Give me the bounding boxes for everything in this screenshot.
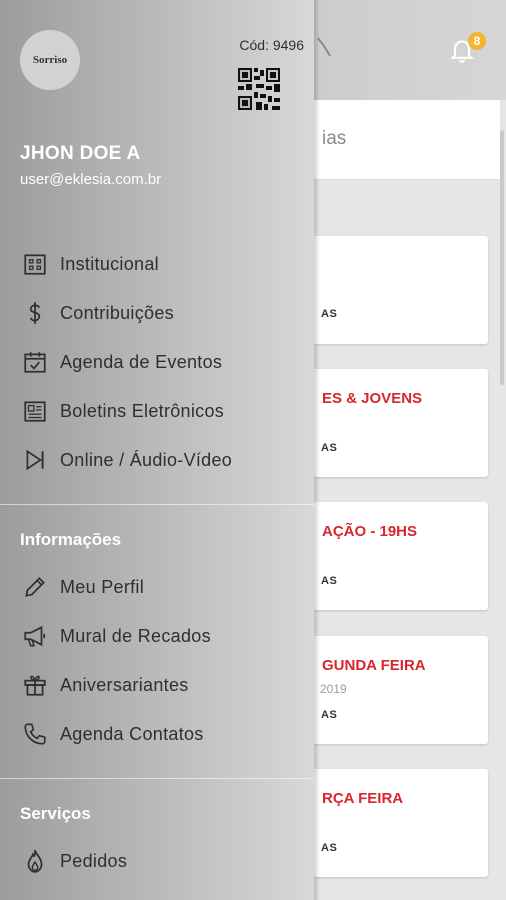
menu-item-agenda-eventos[interactable]: Agenda de Eventos bbox=[0, 340, 314, 384]
menu-label: Boletins Eletrônicos bbox=[60, 400, 225, 421]
menu-label: Meu Perfil bbox=[60, 576, 145, 597]
qr-code-icon[interactable] bbox=[238, 68, 280, 110]
flame-icon bbox=[27, 849, 43, 873]
newspaper-icon bbox=[24, 401, 46, 422]
card-tag: AS bbox=[321, 709, 338, 721]
user-name: JHON DOE A bbox=[20, 143, 141, 164]
menu-item-mural-recados[interactable]: Mural de Recados bbox=[0, 614, 314, 658]
card-tag: AS bbox=[321, 442, 338, 454]
navigation-drawer: Sorriso Cód: 9496 JHON DOE A user@eklesi… bbox=[0, 0, 314, 900]
menu-label: Online / Áudio-Vídeo bbox=[60, 449, 233, 470]
menu-item-contribuicoes[interactable]: Contribuições bbox=[0, 291, 314, 335]
card-title: RÇA FEIRA bbox=[322, 790, 404, 807]
card-title: ES & JOVENS bbox=[322, 390, 423, 407]
notification-badge: 8 bbox=[468, 32, 486, 50]
scrollbar[interactable] bbox=[500, 130, 504, 385]
card-date: 2019 bbox=[320, 682, 347, 696]
card-tag: AS bbox=[321, 308, 338, 320]
section-title-informacoes: Informações bbox=[20, 530, 122, 549]
megaphone-icon bbox=[24, 625, 46, 647]
phone-icon bbox=[24, 723, 46, 745]
pencil-icon bbox=[25, 577, 45, 597]
menu-item-online-audio-video[interactable]: Online / Áudio-Vídeo bbox=[0, 438, 314, 482]
building-icon bbox=[24, 254, 46, 275]
menu-item-boletins[interactable]: Boletins Eletrônicos bbox=[0, 389, 314, 433]
play-skip-icon bbox=[26, 449, 44, 471]
drawer-shadow bbox=[314, 0, 320, 900]
section-title-servicos: Serviços bbox=[20, 804, 91, 823]
event-card[interactable] bbox=[300, 769, 488, 877]
subbar-text: ias bbox=[322, 128, 347, 149]
logo-text: Sorriso bbox=[32, 54, 68, 66]
menu-item-meu-perfil[interactable]: Meu Perfil bbox=[0, 565, 314, 609]
card-tag: AS bbox=[321, 575, 338, 587]
menu-label: Contribuições bbox=[60, 302, 174, 323]
card-title: GUNDA FEIRA bbox=[322, 657, 426, 674]
event-card[interactable] bbox=[300, 236, 488, 344]
divider bbox=[0, 504, 314, 505]
calendar-check-icon bbox=[24, 352, 46, 373]
menu-label: Agenda de Eventos bbox=[60, 351, 223, 372]
menu-item-agenda-contatos[interactable]: Agenda Contatos bbox=[0, 712, 314, 756]
dollar-icon bbox=[29, 302, 41, 324]
user-email: user@eklesia.com.br bbox=[20, 171, 162, 188]
menu-item-aniversariantes[interactable]: Aniversariantes bbox=[0, 663, 314, 707]
menu-item-pedidos[interactable]: Pedidos bbox=[0, 839, 314, 883]
card-title: AÇÃO - 19HS bbox=[322, 523, 418, 540]
menu-label: Agenda Contatos bbox=[60, 723, 204, 744]
menu-label: Mural de Recados bbox=[60, 625, 211, 646]
member-code: Cód: 9496 bbox=[239, 37, 304, 53]
menu-label: Institucional bbox=[60, 253, 159, 274]
divider bbox=[0, 778, 314, 779]
card-tag: AS bbox=[321, 842, 338, 854]
church-logo: Sorriso bbox=[20, 30, 80, 90]
menu-label: Aniversariantes bbox=[60, 674, 189, 695]
event-card[interactable] bbox=[300, 369, 488, 477]
menu-label: Pedidos bbox=[60, 850, 128, 871]
event-card[interactable] bbox=[300, 502, 488, 610]
menu-item-institucional[interactable]: Institucional bbox=[0, 242, 314, 286]
gift-icon bbox=[24, 675, 46, 696]
